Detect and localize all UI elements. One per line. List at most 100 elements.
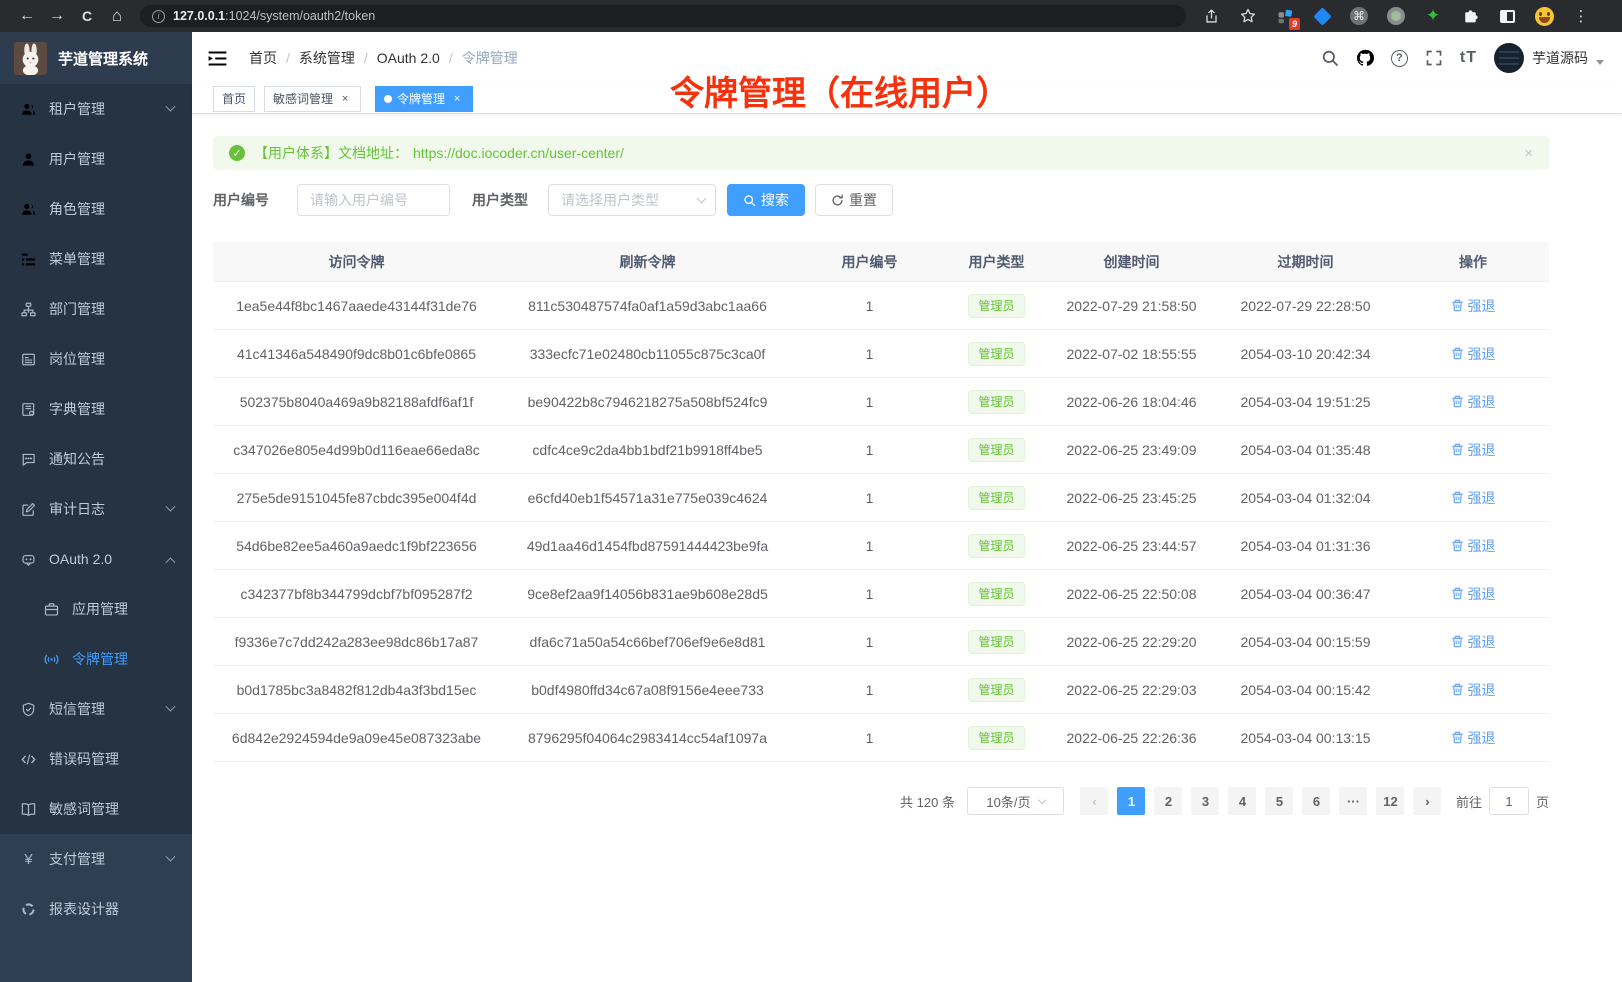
user-id-input[interactable] [297, 184, 450, 216]
puzzle-extension-icon[interactable] [1459, 5, 1481, 27]
alert-doc-link[interactable]: https://doc.iocoder.cn/user-center/ [413, 145, 624, 161]
sidebar-item-tenant[interactable]: 租户管理 [0, 84, 192, 134]
sidebar-item-menu[interactable]: 菜单管理 [0, 234, 192, 284]
sidebar-item-errorcode[interactable]: 错误码管理 [0, 734, 192, 784]
sidebar-item-pay[interactable]: ¥支付管理 [0, 834, 192, 884]
url-path: :1024/system/oauth2/token [225, 9, 375, 23]
page-button-5[interactable]: 5 [1265, 787, 1293, 815]
created-time: 2022-06-25 22:29:03 [1049, 682, 1214, 698]
chevron-down-icon [166, 101, 176, 111]
sidebar-item-notice[interactable]: 通知公告 [0, 434, 192, 484]
tab-token-active[interactable]: 令牌管理× [375, 86, 473, 112]
help-icon[interactable]: ? [1391, 50, 1408, 67]
close-icon[interactable]: × [338, 92, 352, 106]
sidebar-item-oauth2-app[interactable]: 应用管理 [0, 584, 192, 634]
alert-close-icon[interactable]: × [1524, 145, 1533, 162]
page-button-12[interactable]: 12 [1376, 787, 1404, 815]
tab-sensitive-word[interactable]: 敏感词管理× [264, 86, 361, 112]
search-button[interactable]: 搜索 [727, 184, 805, 216]
browser-reload-icon[interactable]: C [72, 8, 102, 24]
force-logout-button[interactable]: 强退 [1451, 296, 1496, 316]
tab-home[interactable]: 首页 [213, 86, 255, 112]
force-logout-button[interactable]: 强退 [1451, 584, 1496, 604]
page-button-6[interactable]: 6 [1302, 787, 1330, 815]
next-page-button[interactable]: › [1413, 787, 1441, 815]
github-icon[interactable] [1356, 49, 1374, 67]
trash-icon [1451, 395, 1464, 408]
site-info-icon[interactable]: i [152, 10, 165, 23]
green-star-extension-icon[interactable]: ✦ [1422, 5, 1444, 27]
search-icon[interactable] [1321, 49, 1339, 67]
emoji-extension-icon[interactable] [1533, 5, 1555, 27]
expire-time: 2054-03-04 01:35:48 [1214, 442, 1397, 458]
sidebar-item-dict[interactable]: 字典管理 [0, 384, 192, 434]
user-menu[interactable]: 芋道源码 [1494, 43, 1604, 73]
browser-forward-icon[interactable]: → [42, 7, 72, 25]
breadcrumb-oauth2[interactable]: OAuth 2.0 [377, 50, 440, 66]
donut-chart-icon [21, 902, 36, 917]
sidebar-item-oauth2-token[interactable]: 令牌管理 [0, 634, 192, 684]
message-icon [21, 452, 36, 467]
sidebar-toggle-icon[interactable] [208, 51, 227, 66]
share-icon[interactable] [1200, 5, 1222, 27]
sidebar-item-oauth2[interactable]: OAuth 2.0 [0, 534, 192, 584]
id-card-icon [21, 352, 36, 367]
browser-menu-icon[interactable]: ⋮ [1570, 5, 1592, 27]
page-button-3[interactable]: 3 [1191, 787, 1219, 815]
force-logout-button[interactable]: 强退 [1451, 488, 1496, 508]
page-size-select[interactable]: 10条/页 [967, 787, 1064, 815]
url-host: 127.0.0.1 [173, 9, 225, 23]
sidebar-item-sensitive-word[interactable]: 敏感词管理 [0, 784, 192, 834]
table-row: 6d842e2924594de9a09e45e087323abe 8796295… [213, 714, 1549, 762]
address-bar[interactable]: i 127.0.0.1:1024/system/oauth2/token [140, 5, 1186, 27]
page-content: ✓ 【用户体系】文档地址： https://doc.iocoder.cn/use… [192, 136, 1622, 815]
goto-page-input[interactable] [1489, 787, 1529, 815]
user-type-select[interactable]: 请选择用户类型 [548, 184, 716, 216]
close-icon[interactable]: × [450, 92, 464, 106]
command-extension-icon[interactable]: ⌘ [1348, 5, 1370, 27]
user-type-badge: 管理员 [968, 390, 1024, 414]
extension-grid-icon[interactable]: 9 [1274, 5, 1296, 27]
page-button-2[interactable]: 2 [1154, 787, 1182, 815]
dot-extension-icon[interactable] [1385, 5, 1407, 27]
refresh-token: 8796295f04064c2983414cc54af1097a [500, 730, 795, 746]
user-id: 1 [795, 538, 944, 554]
side-panel-icon[interactable] [1496, 5, 1518, 27]
refresh-token: 49d1aa46d1454fbd87591444423be9fa [500, 538, 795, 554]
user-type-badge: 管理员 [968, 630, 1024, 654]
force-logout-button[interactable]: 强退 [1451, 728, 1496, 748]
force-logout-button[interactable]: 强退 [1451, 344, 1496, 364]
sidebar-item-role[interactable]: 角色管理 [0, 184, 192, 234]
force-logout-button[interactable]: 强退 [1451, 536, 1496, 556]
force-logout-button[interactable]: 强退 [1451, 392, 1496, 412]
page-button-1[interactable]: 1 [1117, 787, 1145, 815]
page-ellipsis-button[interactable]: ··· [1339, 787, 1367, 815]
fullscreen-icon[interactable] [1425, 49, 1443, 67]
search-icon [743, 194, 756, 207]
expire-time: 2054-03-04 00:13:15 [1214, 730, 1397, 746]
breadcrumb-home[interactable]: 首页 [249, 48, 277, 68]
bookmark-star-icon[interactable] [1237, 5, 1259, 27]
force-logout-button[interactable]: 强退 [1451, 632, 1496, 652]
force-logout-button[interactable]: 强退 [1451, 680, 1496, 700]
reset-button[interactable]: 重置 [815, 184, 893, 216]
gem-extension-icon[interactable] [1311, 5, 1333, 27]
sidebar-item-post[interactable]: 岗位管理 [0, 334, 192, 384]
browser-back-icon[interactable]: ← [12, 7, 42, 25]
force-logout-button[interactable]: 强退 [1451, 440, 1496, 460]
sidebar-item-audit-log[interactable]: 审计日志 [0, 484, 192, 534]
sidebar-item-report-designer[interactable]: 报表设计器 [0, 884, 192, 934]
breadcrumb-system[interactable]: 系统管理 [299, 48, 355, 68]
sidebar-item-sms[interactable]: 短信管理 [0, 684, 192, 734]
prev-page-button[interactable]: ‹ [1080, 787, 1108, 815]
page-button-4[interactable]: 4 [1228, 787, 1256, 815]
sidebar-item-user[interactable]: 用户管理 [0, 134, 192, 184]
font-size-icon[interactable]: tT [1460, 49, 1477, 67]
sidebar-item-dept[interactable]: 部门管理 [0, 284, 192, 334]
table-row: c347026e805e4d99b0d116eae66eda8c cdfc4ce… [213, 426, 1549, 474]
created-time: 2022-06-25 22:50:08 [1049, 586, 1214, 602]
edit-log-icon [21, 502, 36, 517]
created-time: 2022-06-26 18:04:46 [1049, 394, 1214, 410]
user-id: 1 [795, 586, 944, 602]
browser-home-icon[interactable]: ⌂ [102, 6, 132, 26]
